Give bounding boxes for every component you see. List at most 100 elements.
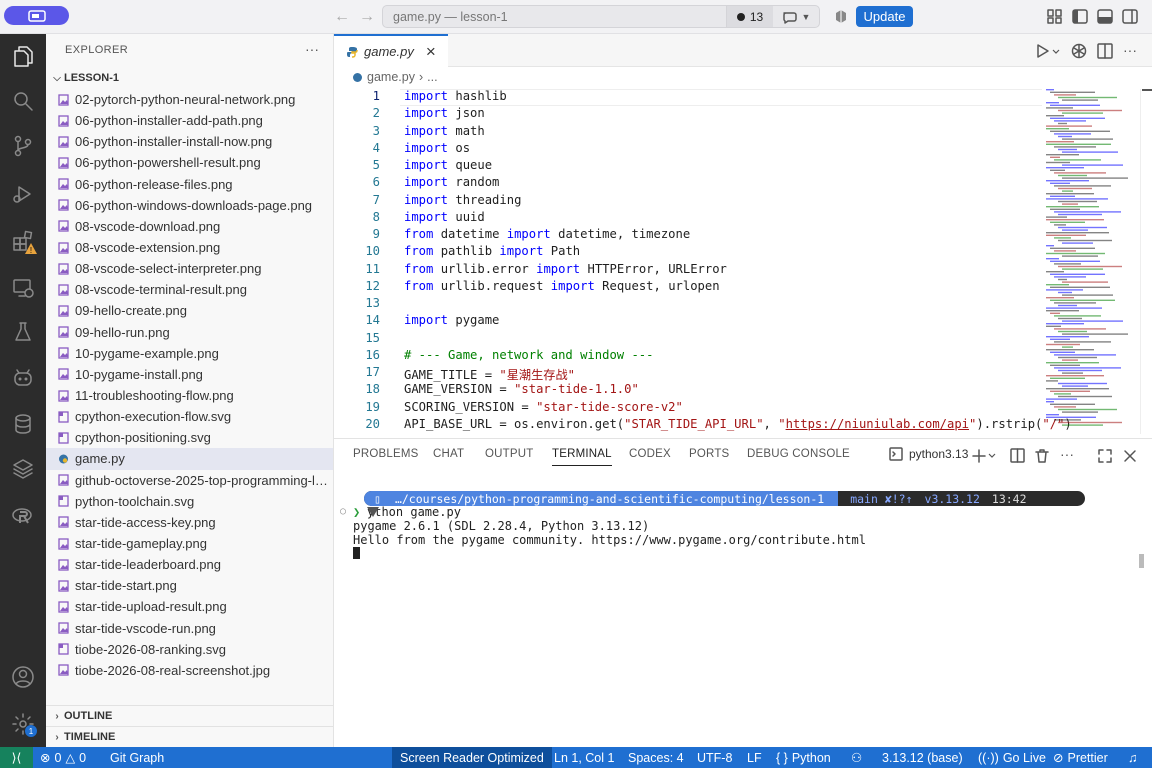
r-language-activity[interactable] xyxy=(0,498,46,534)
layers-activity[interactable] xyxy=(0,451,46,487)
toggle-primary-sidebar-icon[interactable] xyxy=(1071,8,1089,26)
outline-section[interactable]: › OUTLINE xyxy=(46,705,333,726)
file-item[interactable]: 06-python-windows-downloads-page.png xyxy=(46,195,333,216)
file-item[interactable]: star-tide-leaderboard.png xyxy=(46,554,333,575)
copilot-status[interactable]: ⚇ xyxy=(851,747,862,768)
file-item[interactable]: 06-python-release-files.png xyxy=(46,174,333,195)
language-mode[interactable]: { } Python xyxy=(776,747,831,768)
terminal-selector[interactable]: python3.13 xyxy=(889,447,968,461)
search-activity[interactable] xyxy=(0,83,46,119)
file-item[interactable]: star-tide-upload-result.png xyxy=(46,596,333,617)
close-panel-icon[interactable] xyxy=(1122,448,1138,464)
file-item[interactable]: 02-pytorch-python-neural-network.png xyxy=(46,89,333,110)
file-item[interactable]: python-toolchain.svg xyxy=(46,491,333,512)
file-item[interactable]: 10-pygame-install.png xyxy=(46,364,333,385)
panel-tab-ports[interactable]: PORTS xyxy=(689,448,729,460)
breadcrumb-more[interactable]: ... xyxy=(427,70,437,84)
close-icon[interactable]: × xyxy=(426,42,436,62)
file-item[interactable]: star-tide-gameplay.png xyxy=(46,533,333,554)
editor-tab-game-py[interactable]: game.py × xyxy=(334,34,448,67)
terminal-output-line: pygame 2.6.1 (SDL 2.28.4, Python 3.13.12… xyxy=(353,519,650,533)
run-python-file-icon[interactable] xyxy=(1035,42,1061,60)
code-token: from xyxy=(404,261,434,276)
file-item[interactable]: star-tide-vscode-run.png xyxy=(46,618,333,639)
customize-layout-icon[interactable] xyxy=(1046,8,1064,26)
minimap[interactable] xyxy=(1044,89,1140,434)
file-item[interactable]: 09-hello-create.png xyxy=(46,300,333,321)
explorer-activity[interactable] xyxy=(0,38,46,74)
command-decoration-icon[interactable]: ○ xyxy=(340,506,346,517)
terminal-scrollbar[interactable] xyxy=(1139,554,1144,568)
file-item[interactable]: cpython-positioning.svg xyxy=(46,427,333,448)
file-item[interactable]: 11-troubleshooting-flow.png xyxy=(46,385,333,406)
file-item[interactable]: 08-vscode-download.png xyxy=(46,216,333,237)
more-actions-icon[interactable]: ··· xyxy=(305,41,319,57)
panel-tab-codex[interactable]: CODEX xyxy=(629,448,671,460)
command-center-label[interactable]: game.py — lesson-1 xyxy=(383,10,726,24)
update-button[interactable]: Update xyxy=(856,6,913,27)
maximize-panel-icon[interactable] xyxy=(1097,448,1113,464)
go-live-button[interactable]: ((·)) Go Live xyxy=(978,747,1046,768)
remote-indicator[interactable]: ⟩⟨ xyxy=(0,747,33,768)
file-item[interactable]: 06-python-installer-install-now.png xyxy=(46,131,333,152)
folder-header[interactable]: ⌵ LESSON-1 xyxy=(50,69,119,87)
command-center[interactable]: game.py — lesson-1 13 ▼ xyxy=(382,5,820,28)
remote-explorer-activity[interactable] xyxy=(0,270,46,306)
file-item[interactable]: game.py xyxy=(46,448,333,470)
python-interpreter[interactable]: 3.13.12 (base) xyxy=(882,747,963,768)
new-terminal-icon[interactable] xyxy=(972,448,998,464)
cursor-position[interactable]: Ln 1, Col 1 xyxy=(554,747,614,768)
panel-tab-output[interactable]: OUTPUT xyxy=(485,448,533,460)
copilot-icon[interactable] xyxy=(833,9,849,25)
panel-tab-problems[interactable]: PROBLEMS xyxy=(353,448,419,460)
file-item[interactable]: 09-hello-run.png xyxy=(46,322,333,343)
openai-icon[interactable] xyxy=(1070,42,1088,60)
copilot-activity[interactable] xyxy=(0,360,46,396)
run-debug-activity[interactable] xyxy=(0,176,46,212)
sync-dropdown[interactable]: ▼ xyxy=(773,6,819,27)
file-item[interactable]: tiobe-2026-08-ranking.svg xyxy=(46,639,333,660)
breadcrumb-file[interactable]: game.py xyxy=(367,70,415,84)
file-item[interactable]: 08-vscode-terminal-result.png xyxy=(46,279,333,300)
split-editor-icon[interactable] xyxy=(1096,42,1114,60)
database-activity[interactable] xyxy=(0,406,46,442)
git-graph-button[interactable]: Git Graph xyxy=(110,747,164,768)
panel-tab-terminal[interactable]: TERMINAL xyxy=(552,448,612,466)
panel-tab-chat[interactable]: CHAT xyxy=(433,448,464,460)
extensions-activity[interactable]: ! xyxy=(0,223,46,259)
file-item[interactable]: cpython-execution-flow.svg xyxy=(46,406,333,427)
toggle-panel-icon[interactable] xyxy=(1096,8,1114,26)
prettier-status[interactable]: ⊘ Prettier xyxy=(1053,747,1108,768)
toggle-secondary-sidebar-icon[interactable] xyxy=(1121,8,1139,26)
problems-badge[interactable]: 13 xyxy=(726,6,773,27)
file-item[interactable]: github-octoverse-2025-top-programming-la… xyxy=(46,470,333,491)
more-actions-icon[interactable]: ··· xyxy=(1123,42,1137,60)
screen-reader-mode[interactable]: Screen Reader Optimized xyxy=(392,747,552,768)
more-actions-icon[interactable]: ··· xyxy=(1060,447,1074,464)
encoding[interactable]: UTF-8 xyxy=(697,747,732,768)
menu-button[interactable] xyxy=(4,6,69,25)
editor-scrollbar[interactable] xyxy=(1140,89,1152,434)
accounts-activity[interactable] xyxy=(0,659,46,695)
file-item[interactable]: 08-vscode-select-interpreter.png xyxy=(46,258,333,279)
problems-status[interactable]: ⊗ 0 △ 0 xyxy=(40,747,86,768)
file-item[interactable]: tiobe-2026-08-real-screenshot.jpg xyxy=(46,660,333,681)
source-control-activity[interactable] xyxy=(0,128,46,164)
file-item[interactable]: 06-python-installer-add-path.png xyxy=(46,110,333,131)
forward-arrow-icon[interactable]: → xyxy=(358,8,376,26)
file-item[interactable]: 06-python-powershell-result.png xyxy=(46,152,333,173)
timeline-section[interactable]: › TIMELINE xyxy=(46,726,333,747)
panel-tab-debug-console[interactable]: DEBUG CONSOLE xyxy=(747,448,850,460)
split-terminal-icon[interactable] xyxy=(1010,448,1026,464)
indentation[interactable]: Spaces: 4 xyxy=(628,747,684,768)
trash-icon[interactable] xyxy=(1034,448,1050,464)
file-item[interactable]: 10-pygame-example.png xyxy=(46,343,333,364)
back-arrow-icon[interactable]: ← xyxy=(333,8,351,26)
manage-activity[interactable]: 1 xyxy=(0,706,46,742)
file-item[interactable]: star-tide-start.png xyxy=(46,575,333,596)
file-item[interactable]: 08-vscode-extension.png xyxy=(46,237,333,258)
file-item[interactable]: star-tide-access-key.png xyxy=(46,512,333,533)
notifications-bell[interactable]: ♫ xyxy=(1128,747,1137,768)
testing-activity[interactable] xyxy=(0,314,46,350)
end-of-line[interactable]: LF xyxy=(747,747,762,768)
